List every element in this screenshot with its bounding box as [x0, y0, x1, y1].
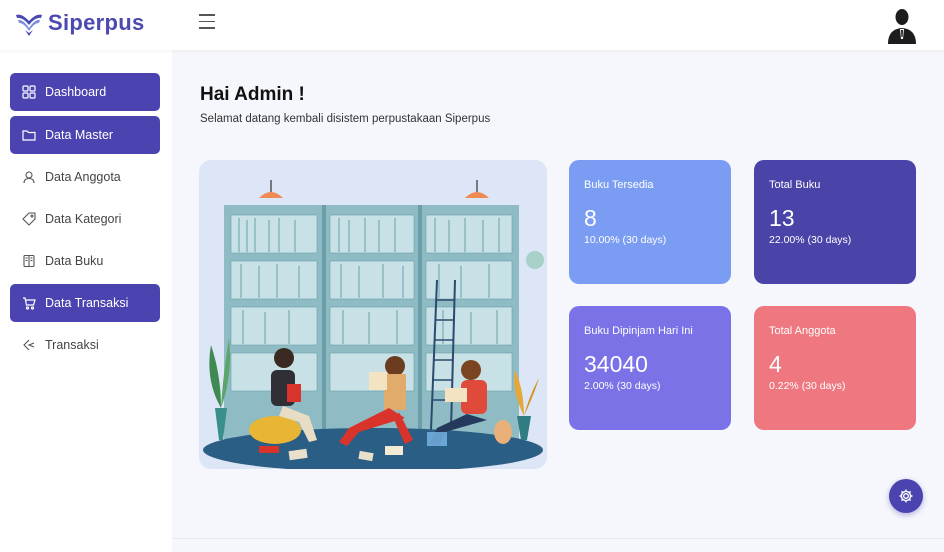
- sidebar-item-label: Data Kategori: [45, 212, 122, 226]
- stat-card-buku-dipinjam[interactable]: Buku Dipinjam Hari Ini 34040 2.00% (30 d…: [569, 306, 731, 430]
- arrow-left-icon: [22, 338, 36, 352]
- folder-icon: [22, 128, 36, 142]
- grid-icon: [22, 85, 36, 99]
- stat-card-value: 34040: [584, 351, 648, 377]
- stat-card-title: Buku Dipinjam Hari Ini: [584, 325, 693, 337]
- hamburger-line: [199, 27, 215, 29]
- user-avatar-icon[interactable]: [886, 6, 918, 44]
- stat-card-value: 13: [769, 205, 795, 231]
- sidebar-item-data-kategori[interactable]: Data Kategori: [10, 200, 160, 238]
- cart-icon: [22, 296, 36, 310]
- sidebar-item-label: Dashboard: [45, 85, 107, 99]
- stat-card-value: 4: [769, 351, 782, 377]
- brand[interactable]: Siperpus: [14, 9, 145, 37]
- tag-icon: [22, 212, 36, 226]
- library-scene-image: [203, 180, 544, 469]
- sidebar-item-dashboard[interactable]: Dashboard: [10, 73, 160, 111]
- stat-card-title: Total Buku: [769, 179, 821, 191]
- stat-card-change: 0.22% (30 days): [769, 380, 846, 392]
- sidebar-item-label: Data Anggota: [45, 170, 121, 184]
- brand-name: Siperpus: [48, 10, 145, 35]
- logo-icon: [16, 14, 42, 36]
- top-bar: Siperpus: [0, 0, 944, 50]
- sidebar-item-data-anggota[interactable]: Data Anggota: [10, 158, 160, 196]
- stat-card-value: 8: [584, 205, 597, 231]
- menu-toggle-button[interactable]: [199, 14, 215, 30]
- stat-card-title: Total Anggota: [769, 325, 836, 337]
- stat-card-change: 22.00% (30 days): [769, 234, 852, 246]
- book-icon: [22, 254, 36, 268]
- sidebar-item-label: Data Master: [45, 128, 114, 142]
- hamburger-line: [199, 14, 215, 16]
- stat-card-change: 10.00% (30 days): [584, 234, 667, 246]
- page-subtitle: Selamat datang kembali disistem perpusta…: [200, 113, 491, 125]
- gear-icon: [899, 489, 913, 503]
- stat-card-change: 2.00% (30 days): [584, 380, 661, 392]
- sidebar-item-label: Data Buku: [45, 254, 104, 268]
- sidebar-item-transaksi[interactable]: Transaksi: [10, 326, 160, 364]
- sidebar-item-data-buku[interactable]: Data Buku: [10, 242, 160, 280]
- stat-card-buku-tersedia[interactable]: Buku Tersedia 8 10.00% (30 days): [569, 160, 731, 284]
- sidebar-item-data-transaksi[interactable]: Data Transaksi: [10, 284, 160, 322]
- settings-button[interactable]: [889, 479, 923, 513]
- sidebar-item-label: Data Transaksi: [45, 296, 129, 310]
- user-icon: [22, 170, 36, 184]
- page-title: Hai Admin !: [200, 84, 305, 105]
- sidebar: Dashboard Data Master Data Anggota Data …: [0, 50, 172, 552]
- stat-card-title: Buku Tersedia: [584, 179, 654, 191]
- footer-divider: [172, 538, 944, 539]
- stat-card-total-buku[interactable]: Total Buku 13 22.00% (30 days): [754, 160, 916, 284]
- hamburger-line: [199, 20, 215, 22]
- sidebar-item-data-master[interactable]: Data Master: [10, 116, 160, 154]
- sidebar-item-label: Transaksi: [45, 338, 99, 352]
- stat-card-total-anggota[interactable]: Total Anggota 4 0.22% (30 days): [754, 306, 916, 430]
- library-illustration: [199, 160, 547, 469]
